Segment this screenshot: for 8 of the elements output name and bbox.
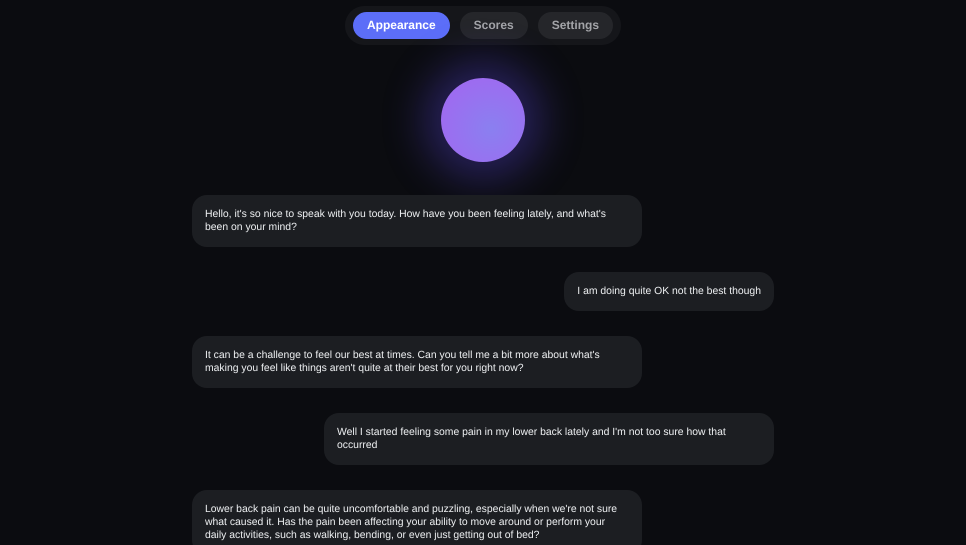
user-message: I am doing quite OK not the best though — [564, 272, 774, 311]
user-message: Well I started feeling some pain in my lower back lately and I'm not too sure how that occurred — [324, 413, 774, 465]
tab[interactable]: Appearance — [352, 12, 450, 39]
assistant-message: Lower back pain can be quite uncomfortable and puzzling, especially when we're not sure what caused it. Has the pain been affecting your ability to move around or perform your daily activities, such as walking, bending, or even just getting out of bed? — [192, 490, 642, 545]
tab[interactable]: Scores — [460, 12, 528, 39]
assistant-message: It can be a challenge to feel our best at times. Can you tell me a bit more about what's making you feel like things aren't quite at their best for you right now? — [192, 336, 642, 388]
tab[interactable]: Settings — [538, 12, 614, 39]
assistant-message: Hello, it's so nice to speak with you today. How have you been feeling lately, and what's been on your mind? — [192, 195, 642, 247]
